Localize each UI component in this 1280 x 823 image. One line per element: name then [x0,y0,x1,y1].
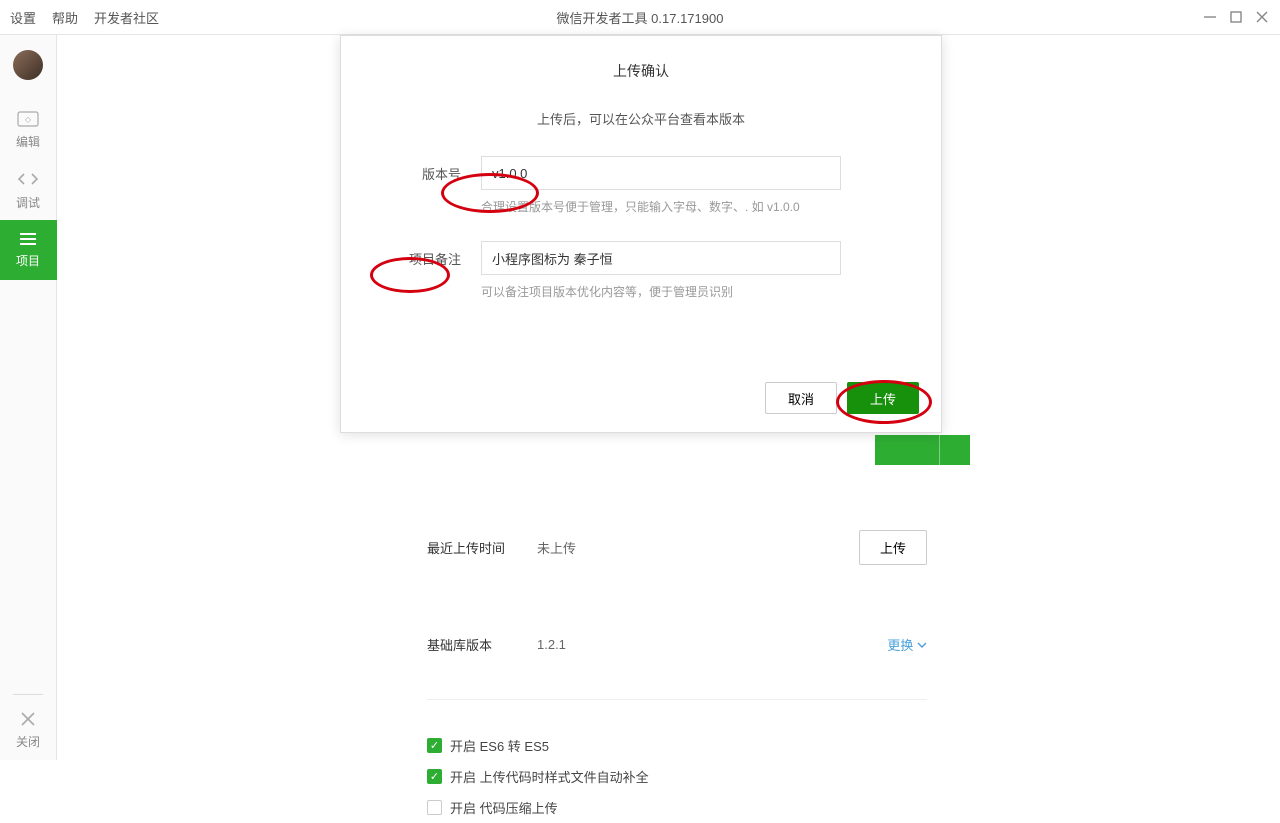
option-autocomplete[interactable]: ✓ 开启 上传代码时样式文件自动补全 [427,761,927,792]
checkbox-icon: ✓ [427,738,442,753]
sidebar-item-label: 关闭 [16,733,40,750]
avatar[interactable] [13,50,43,80]
checkbox-icon: ✓ [427,769,442,784]
maximize-icon[interactable] [1228,9,1244,25]
remark-input[interactable] [481,241,841,275]
remark-help: 可以备注项目版本优化内容等，便于管理员识别 [481,283,881,300]
divider [13,694,43,695]
last-upload-value: 未上传 [537,538,859,557]
chevron-down-icon [917,640,927,650]
close-icon[interactable] [1254,9,1270,25]
sidebar-item-debug[interactable]: 调试 [0,160,57,220]
divider [427,699,927,700]
last-upload-label: 最近上传时间 [427,538,537,557]
menu-icon [18,232,38,246]
dialog-title: 上传确认 [341,36,941,91]
upload-confirm-button[interactable]: 上传 [847,382,919,414]
debug-icon [17,170,39,188]
baselib-label: 基础库版本 [427,635,537,654]
option-label: 开启 代码压缩上传 [450,798,558,817]
upload-button[interactable]: 上传 [859,530,927,565]
version-label: 版本号 [401,156,461,183]
sidebar: ◇ 编辑 调试 项目 关闭 [0,35,57,760]
dialog-subtitle: 上传后，可以在公众平台查看本版本 [341,91,941,156]
sidebar-item-project[interactable]: 项目 [0,220,57,280]
option-label: 开启 上传代码时样式文件自动补全 [450,767,649,786]
menu-community[interactable]: 开发者社区 [94,8,159,27]
remark-label: 项目备注 [401,241,461,268]
sidebar-item-label: 项目 [16,252,40,269]
change-link[interactable]: 更换 [887,635,927,654]
option-label: 开启 ES6 转 ES5 [450,736,549,755]
code-icon: ◇ [17,111,39,127]
cancel-button[interactable]: 取消 [765,382,837,414]
upload-confirm-dialog: 上传确认 上传后，可以在公众平台查看本版本 版本号 合理设置版本号便于管理，只能… [340,35,942,433]
menu-settings[interactable]: 设置 [10,8,36,27]
svg-text:◇: ◇ [25,115,32,124]
minimize-icon[interactable] [1202,9,1218,25]
option-es6[interactable]: ✓ 开启 ES6 转 ES5 [427,730,927,761]
version-input[interactable] [481,156,841,190]
sidebar-item-edit[interactable]: ◇ 编辑 [0,100,57,160]
menubar: 设置 帮助 开发者社区 微信开发者工具 0.17.171900 [0,0,1280,35]
version-help: 合理设置版本号便于管理，只能输入字母、数字、. 如 v1.0.0 [481,198,881,215]
checkbox-icon [427,800,442,815]
option-compress[interactable]: 开启 代码压缩上传 [427,792,927,823]
hidden-green-buttons [875,435,970,465]
baselib-value: 1.2.1 [537,637,887,652]
sidebar-item-label: 调试 [16,194,40,211]
window-title: 微信开发者工具 0.17.171900 [557,8,724,27]
menu-help[interactable]: 帮助 [52,8,78,27]
sidebar-item-label: 编辑 [16,133,40,150]
sidebar-item-close[interactable]: 关闭 [0,700,57,760]
close-x-icon [20,711,36,727]
